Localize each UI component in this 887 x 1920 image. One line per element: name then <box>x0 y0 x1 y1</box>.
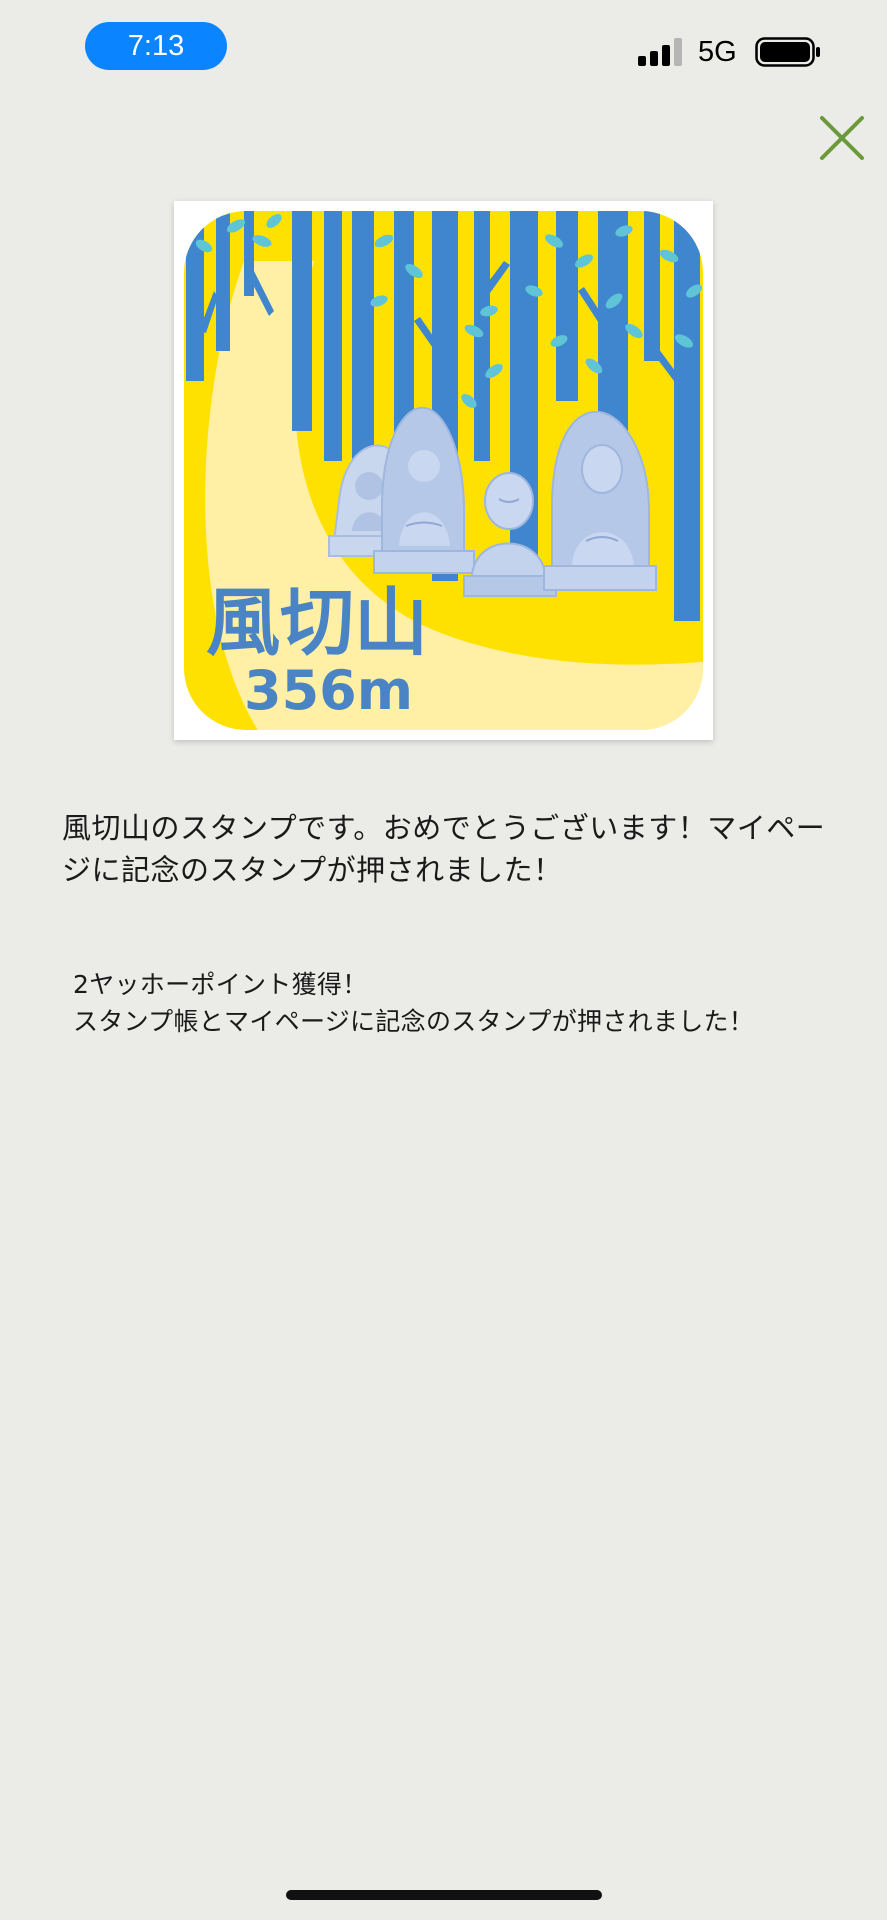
stamp-title: 風切山 <box>206 580 428 666</box>
battery-icon <box>755 37 820 67</box>
network-type: 5G <box>698 36 737 68</box>
status-time[interactable]: 7:13 <box>85 22 227 70</box>
reward-message: 2ヤッホーポイント獲得！ スタンプ帳とマイページに記念のスタンプが押されました！ <box>73 966 843 1040</box>
status-bar: 7:13 5G <box>0 0 887 100</box>
stamp-congrats-message: 風切山のスタンプです。おめでとうございます！マイページに記念のスタンプが押されま… <box>62 811 826 887</box>
home-indicator[interactable] <box>286 1890 602 1900</box>
reward-points-line: 2ヤッホーポイント獲得！ <box>73 970 368 999</box>
stamp-elevation: 356m <box>244 659 413 722</box>
stamp-image: 風切山 356m <box>174 201 713 740</box>
reward-stamp-line: スタンプ帳とマイページに記念のスタンプが押されました！ <box>73 1007 755 1036</box>
close-x-icon[interactable] <box>817 113 867 163</box>
cellular-signal-icon <box>638 38 682 66</box>
